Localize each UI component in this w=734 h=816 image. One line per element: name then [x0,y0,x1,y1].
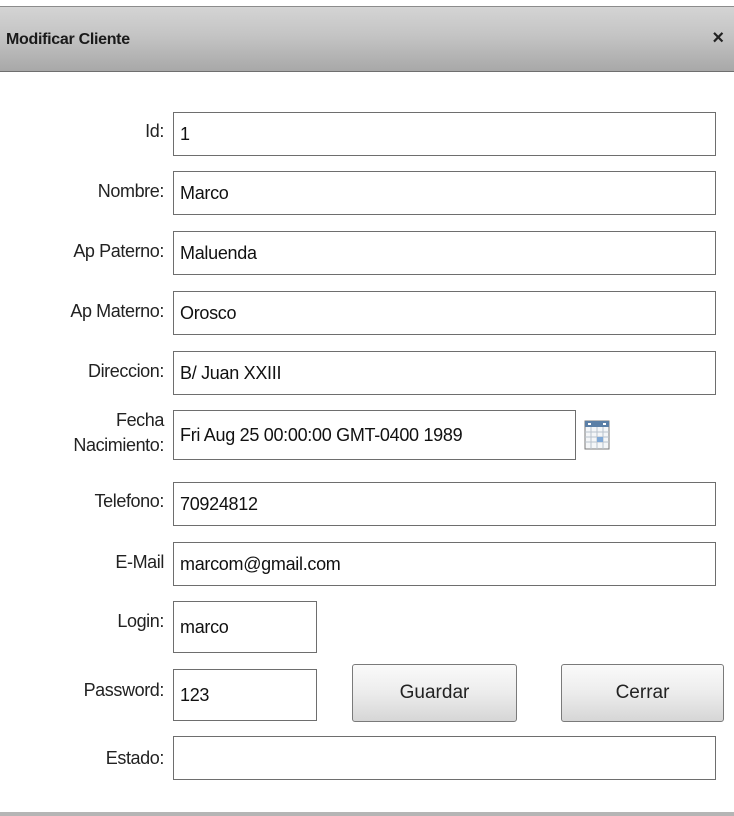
password-label: Password: [83,680,165,700]
email-label: E-Mail [115,552,164,572]
dialog-bottom-border [0,812,734,816]
fecha-label-line1: Fecha [115,410,164,430]
close-icon[interactable]: × [712,28,724,48]
ap-paterno-label: Ap Paterno: [73,241,164,261]
fecha-label-line2: Nacimiento: [73,435,164,455]
fecha-nacimiento-field[interactable] [173,410,576,460]
ap-materno-field[interactable] [173,291,716,335]
email-field[interactable] [173,542,716,586]
estado-field[interactable] [173,736,716,780]
ap-paterno-field[interactable] [173,231,716,275]
nombre-label: Nombre: [97,181,165,201]
ap-materno-label: Ap Materno: [70,301,164,321]
estado-label: Estado: [105,748,165,768]
dialog-titlebar[interactable]: Modificar Cliente × [0,6,734,72]
nombre-field[interactable] [173,171,716,215]
cerrar-button[interactable]: Cerrar [561,664,724,722]
modificar-cliente-dialog: Modificar Cliente × Id: Nombre: Ap Pater… [0,0,734,816]
guardar-button[interactable]: Guardar [352,664,517,722]
telefono-label: Telefono: [94,491,165,511]
dialog-title: Modificar Cliente [6,31,130,48]
calendar-icon[interactable] [584,419,610,451]
login-label: Login: [117,611,164,631]
telefono-field[interactable] [173,482,716,526]
id-field[interactable] [173,112,716,156]
direccion-label: Direccion: [87,361,164,381]
direccion-field[interactable] [173,351,716,395]
id-label: Id: [145,121,164,141]
login-field[interactable] [173,601,317,653]
password-field[interactable] [173,669,317,721]
